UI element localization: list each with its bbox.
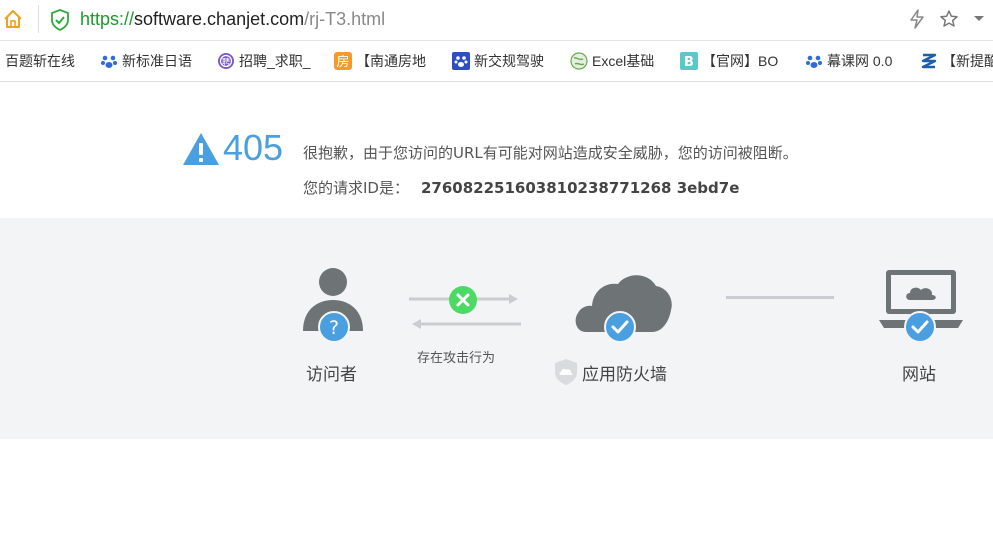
bookmark-label: 招聘_求职_ bbox=[239, 53, 311, 69]
bookmark-item[interactable]: 聘 招聘_求职_ bbox=[217, 52, 311, 70]
lightning-icon[interactable] bbox=[909, 9, 925, 29]
attack-label: 存在攻击行为 bbox=[417, 351, 496, 366]
svg-text:B: B bbox=[684, 55, 694, 70]
star-bookmark-icon[interactable] bbox=[939, 9, 959, 29]
website-label: 网站 bbox=[902, 365, 936, 385]
error-message: 很抱歉，由于您访问的URL有可能对网站造成安全威胁，您的访问被阻断。 bbox=[303, 144, 798, 162]
bookmarks-bar: 百题斩在线 新标准日语 聘 招聘_求职_ 房 【南通房地 新交规驾驶 Excel… bbox=[0, 41, 993, 82]
bookmark-item[interactable]: 百题斩在线 bbox=[5, 52, 75, 70]
error-code: 405 bbox=[223, 127, 284, 168]
address-bar-actions bbox=[909, 9, 985, 29]
house-icon: 房 bbox=[334, 52, 352, 70]
request-id-value: 276082251603810238771268 3ebd7e bbox=[420, 179, 740, 197]
bookmark-item[interactable]: 【新提酷 bbox=[920, 52, 993, 70]
visitor-icon: ? bbox=[303, 268, 363, 343]
baidu-paw-icon bbox=[806, 55, 822, 68]
globe-icon bbox=[570, 52, 588, 70]
address-bar: https://software.chanjet.com/rj-T3.html bbox=[0, 0, 993, 41]
svg-text:聘: 聘 bbox=[222, 57, 230, 67]
bookmark-item[interactable]: B 【官网】BO bbox=[680, 52, 778, 70]
url-host: software.chanjet.com bbox=[134, 9, 305, 29]
svg-text:房: 房 bbox=[336, 54, 349, 70]
paw-icon bbox=[452, 52, 470, 70]
request-id-label: 您的请求ID是： bbox=[303, 179, 409, 197]
shield-cloud-icon bbox=[555, 359, 577, 385]
bookmark-label: 新交规驾驶 bbox=[474, 53, 544, 69]
website-laptop-icon bbox=[879, 270, 963, 343]
bookmark-label: 【官网】BO bbox=[702, 53, 779, 69]
url-scheme: https:// bbox=[80, 9, 135, 29]
url-field[interactable]: https://software.chanjet.com/rj-T3.html bbox=[80, 8, 385, 30]
b-letter-icon: B bbox=[680, 52, 698, 70]
request-id-line: 您的请求ID是： 276082251603810238771268 3ebd7e bbox=[303, 177, 739, 198]
bookmark-item[interactable]: Excel基础 bbox=[570, 52, 654, 70]
warning-icon bbox=[183, 133, 219, 165]
bookmark-item[interactable]: 房 【南通房地 bbox=[334, 52, 426, 70]
baidu-paw-icon bbox=[101, 55, 117, 68]
home-icon[interactable] bbox=[3, 9, 23, 29]
blocked-x-icon bbox=[449, 286, 477, 314]
s-logo-icon bbox=[921, 53, 937, 69]
bookmark-item[interactable]: 新交规驾驶 bbox=[452, 52, 544, 70]
visitor-label: 访问者 bbox=[306, 365, 357, 385]
bookmark-label: Excel基础 bbox=[592, 53, 655, 69]
error-page: 405 很抱歉，由于您访问的URL有可能对网站造成安全威胁，您的访问被阻断。 您… bbox=[0, 82, 993, 557]
bookmark-label: 【南通房地 bbox=[356, 53, 426, 69]
bookmark-label: 幕课网 0.0 bbox=[827, 53, 893, 69]
recruit-icon: 聘 bbox=[218, 53, 234, 69]
connection-line bbox=[726, 296, 834, 299]
bookmark-label: 百题斩在线 bbox=[5, 53, 75, 69]
url-path: /rj-T3.html bbox=[304, 9, 386, 29]
block-diagram: ? 访问者 存在攻击行为 应用防火墙 网站 bbox=[0, 218, 993, 439]
bookmark-item[interactable]: 新标准日语 bbox=[100, 52, 192, 70]
address-separator bbox=[38, 5, 39, 33]
cloud-firewall-icon bbox=[575, 275, 672, 343]
bookmark-item[interactable]: 幕课网 0.0 bbox=[805, 52, 892, 70]
bookmark-label: 【新提酷 bbox=[942, 53, 993, 69]
svg-text:?: ? bbox=[329, 317, 339, 339]
bookmark-label: 新标准日语 bbox=[122, 53, 192, 69]
chevron-down-icon[interactable] bbox=[973, 15, 985, 23]
firewall-label: 应用防火墙 bbox=[582, 365, 667, 385]
secure-shield-icon[interactable] bbox=[50, 9, 70, 31]
